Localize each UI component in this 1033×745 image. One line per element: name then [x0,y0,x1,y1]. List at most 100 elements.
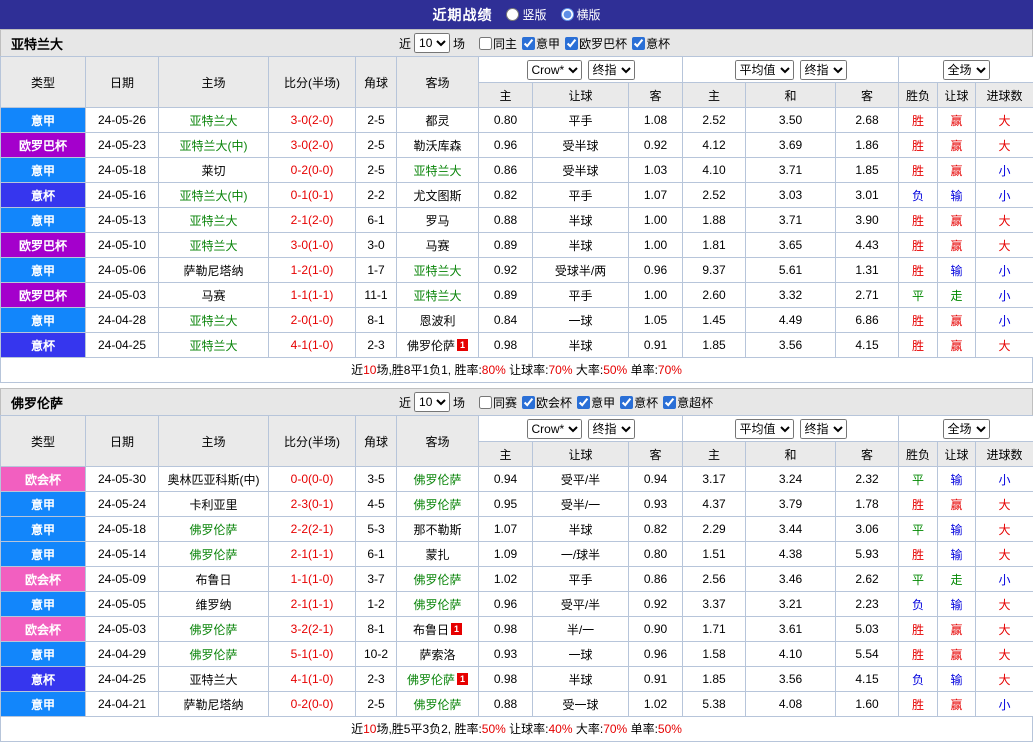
league-filter-checkbox[interactable] [522,36,536,50]
away-team-link[interactable]: 亚特兰大 [413,264,461,278]
layout-radio-horizontal[interactable]: 横版 [560,6,601,23]
away-team-link[interactable]: 佛罗伦萨 [407,673,455,687]
league-filter[interactable]: 意甲 [572,394,615,411]
league-filter-checkbox[interactable] [479,36,493,50]
score-link[interactable]: 1-2(1-0) [291,263,334,277]
score-link[interactable]: 2-1(1-1) [291,597,334,611]
score-link[interactable]: 1-1(1-0) [291,572,334,586]
score-link[interactable]: 0-2(0-0) [291,163,334,177]
average-select[interactable]: 平均值 [734,418,794,439]
horizontal-radio-input[interactable] [560,8,574,21]
home-team-link[interactable]: 奥林匹亚科斯(中) [168,473,260,487]
home-team-link[interactable]: 亚特兰大 [189,339,237,353]
away-team-link[interactable]: 勒沃库森 [413,139,461,153]
league-filter[interactable]: 欧会杯 [517,394,572,411]
match-count-select[interactable]: 10 [414,392,451,412]
league-filter-checkbox[interactable] [479,395,493,409]
score-link[interactable]: 3-0(1-0) [291,238,334,252]
score-link[interactable]: 3-0(2-0) [291,113,334,127]
match-count-select[interactable]: 10 [414,33,451,53]
home-team-link[interactable]: 佛罗伦萨 [189,623,237,637]
home-team-link[interactable]: 维罗纳 [195,598,231,612]
score-link[interactable]: 2-1(1-1) [291,547,334,561]
away-team-link[interactable]: 萨索洛 [419,648,455,662]
away-team-link[interactable]: 佛罗伦萨 [413,473,461,487]
corner-cell: 11-1 [355,282,397,308]
away-team-link[interactable]: 佛罗伦萨 [413,498,461,512]
away-team-cell: 勒沃库森 [396,132,479,158]
league-filter-checkbox[interactable] [565,36,579,50]
away-team-link[interactable]: 亚特兰大 [413,289,461,303]
home-team-link[interactable]: 亚特兰大(中) [180,139,248,153]
away-team-link[interactable]: 佛罗伦萨 [413,598,461,612]
home-team-link[interactable]: 亚特兰大 [189,673,237,687]
league-filter-checkbox[interactable] [620,395,634,409]
league-filter[interactable]: 欧罗巴杯 [560,35,627,52]
euro-time-select[interactable]: 终指 [799,418,847,439]
home-team-link[interactable]: 马赛 [201,289,225,303]
vertical-radio-input[interactable] [506,8,520,21]
home-team-link[interactable]: 佛罗伦萨 [189,548,237,562]
average-select[interactable]: 平均值 [734,59,794,80]
score-link[interactable]: 3-0(2-0) [291,138,334,152]
goals-result-cell: 大 [975,541,1033,567]
away-team-link[interactable]: 恩波利 [419,314,455,328]
scope-select[interactable]: 全场 [942,59,990,80]
home-team-link[interactable]: 莱切 [201,164,225,178]
scope-select[interactable]: 全场 [942,418,990,439]
league-filter[interactable]: 意超杯 [658,394,713,411]
away-team-link[interactable]: 马赛 [425,239,449,253]
home-team-cell: 莱切 [158,157,269,183]
bookmaker-select[interactable]: Crow* [526,418,582,439]
away-team-link[interactable]: 那不勒斯 [413,523,461,537]
home-team-link[interactable]: 亚特兰大 [189,114,237,128]
away-team-link[interactable]: 佛罗伦萨 [413,573,461,587]
away-team-link[interactable]: 尤文图斯 [413,189,461,203]
bookmaker-select[interactable]: Crow* [526,59,582,80]
score-link[interactable]: 5-1(1-0) [291,647,334,661]
away-team-link[interactable]: 佛罗伦萨 [413,698,461,712]
score-link[interactable]: 2-3(0-1) [291,497,334,511]
home-team-link[interactable]: 布鲁日 [195,573,231,587]
home-team-link[interactable]: 亚特兰大(中) [180,189,248,203]
league-filter-checkbox[interactable] [577,395,591,409]
score-link[interactable]: 2-2(2-1) [291,522,334,536]
league-filter-checkbox[interactable] [632,36,646,50]
league-filter[interactable]: 意甲 [517,35,560,52]
layout-radio-vertical[interactable]: 竖版 [506,6,547,23]
handicap-time-select[interactable]: 终指 [587,418,635,439]
score-cell: 3-0(2-0) [268,132,356,158]
score-link[interactable]: 0-2(0-0) [291,697,334,711]
away-team-link[interactable]: 罗马 [425,214,449,228]
score-link[interactable]: 2-1(2-0) [291,213,334,227]
score-link[interactable]: 2-0(1-0) [291,313,334,327]
score-link[interactable]: 0-1(0-1) [291,188,334,202]
away-team-cell: 布鲁日 1 [396,616,479,642]
score-link[interactable]: 4-1(1-0) [291,338,334,352]
league-filter[interactable]: 意杯 [627,35,670,52]
home-team-link[interactable]: 亚特兰大 [189,214,237,228]
home-team-link[interactable]: 亚特兰大 [189,314,237,328]
league-filter[interactable]: 同主 [474,35,517,52]
league-filter[interactable]: 同赛 [474,394,517,411]
away-team-link[interactable]: 布鲁日 [413,623,449,637]
away-team-link[interactable]: 都灵 [425,114,449,128]
home-team-link[interactable]: 卡利亚里 [189,498,237,512]
score-link[interactable]: 0-0(0-0) [291,472,334,486]
home-team-link[interactable]: 亚特兰大 [189,239,237,253]
score-link[interactable]: 4-1(1-0) [291,672,334,686]
handicap-time-select[interactable]: 终指 [587,59,635,80]
away-team-link[interactable]: 亚特兰大 [413,164,461,178]
home-team-link[interactable]: 佛罗伦萨 [189,523,237,537]
euro-time-select[interactable]: 终指 [799,59,847,80]
home-team-link[interactable]: 佛罗伦萨 [189,648,237,662]
score-link[interactable]: 1-1(1-1) [291,288,334,302]
away-team-link[interactable]: 佛罗伦萨 [407,339,455,353]
league-filter[interactable]: 意杯 [615,394,658,411]
home-team-link[interactable]: 萨勒尼塔纳 [183,698,243,712]
score-link[interactable]: 3-2(2-1) [291,622,334,636]
home-team-link[interactable]: 萨勒尼塔纳 [183,264,243,278]
away-team-link[interactable]: 蒙扎 [425,548,449,562]
league-filter-checkbox[interactable] [522,395,536,409]
league-filter-checkbox[interactable] [663,395,677,409]
